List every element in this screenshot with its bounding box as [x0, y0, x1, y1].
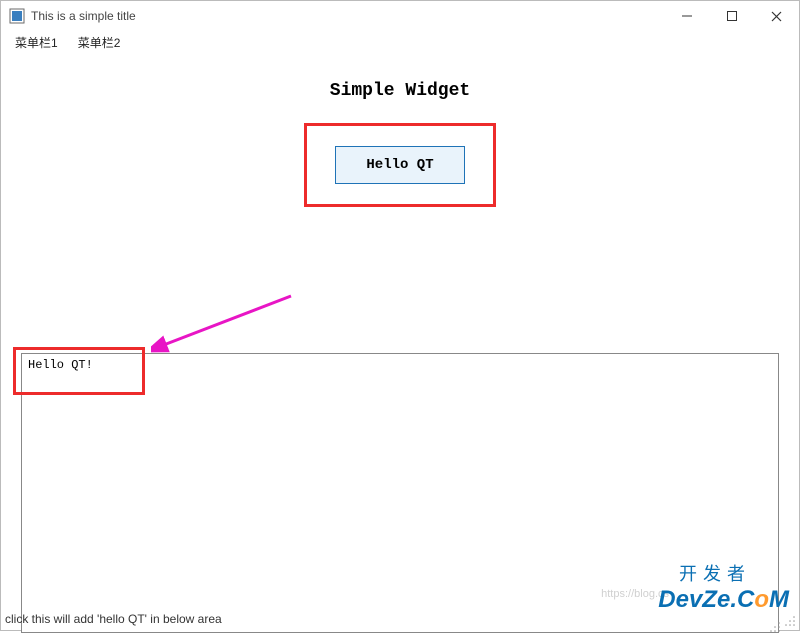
textarea-content: Hello QT! [28, 358, 93, 372]
window-title: This is a simple title [31, 9, 664, 23]
menu-item-2[interactable]: 菜单栏2 [70, 32, 129, 53]
menu-item-1[interactable]: 菜单栏1 [7, 32, 66, 53]
window-controls [664, 1, 799, 31]
close-button[interactable] [754, 1, 799, 31]
titlebar: This is a simple title [1, 1, 799, 31]
status-text: click this will add 'hello QT' in below … [5, 612, 222, 626]
page-title: Simple Widget [330, 81, 470, 101]
hello-qt-button[interactable]: Hello QT [335, 146, 465, 184]
output-textarea[interactable]: Hello QT! [21, 353, 779, 633]
maximize-button[interactable] [709, 1, 754, 31]
app-window: This is a simple title 菜单栏1 菜单栏2 Simple … [0, 0, 800, 631]
annotation-box-button: Hello QT [304, 123, 496, 207]
window-resize-grip-icon [783, 614, 797, 628]
annotation-arrow-icon [151, 288, 301, 358]
content-area: Simple Widget Hello QT Hello QT! [1, 53, 799, 608]
statusbar: click this will add 'hello QT' in below … [1, 608, 799, 630]
minimize-button[interactable] [664, 1, 709, 31]
app-icon [9, 8, 25, 24]
menubar: 菜单栏1 菜单栏2 [1, 31, 799, 53]
